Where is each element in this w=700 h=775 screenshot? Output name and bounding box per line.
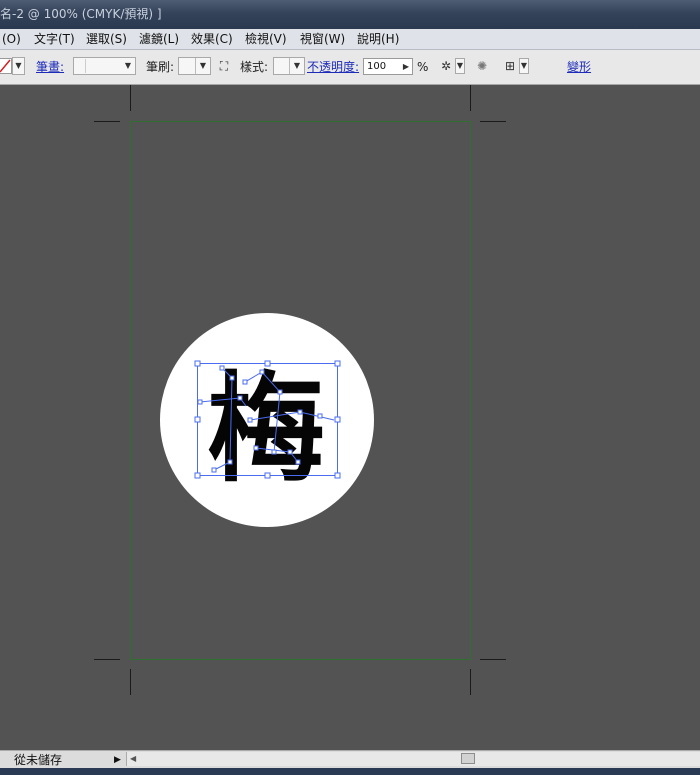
horizontal-scrollbar[interactable]: ◀ [126, 752, 700, 766]
scroll-thumb[interactable] [461, 753, 475, 764]
scroll-left-icon[interactable]: ◀ [130, 752, 136, 766]
status-menu-arrow-icon[interactable]: ▶ [114, 751, 121, 769]
save-status[interactable]: 從未儲存 [14, 751, 62, 769]
selected-artwork[interactable]: 梅 [0, 0, 700, 775]
taskbar-edge [0, 768, 700, 775]
